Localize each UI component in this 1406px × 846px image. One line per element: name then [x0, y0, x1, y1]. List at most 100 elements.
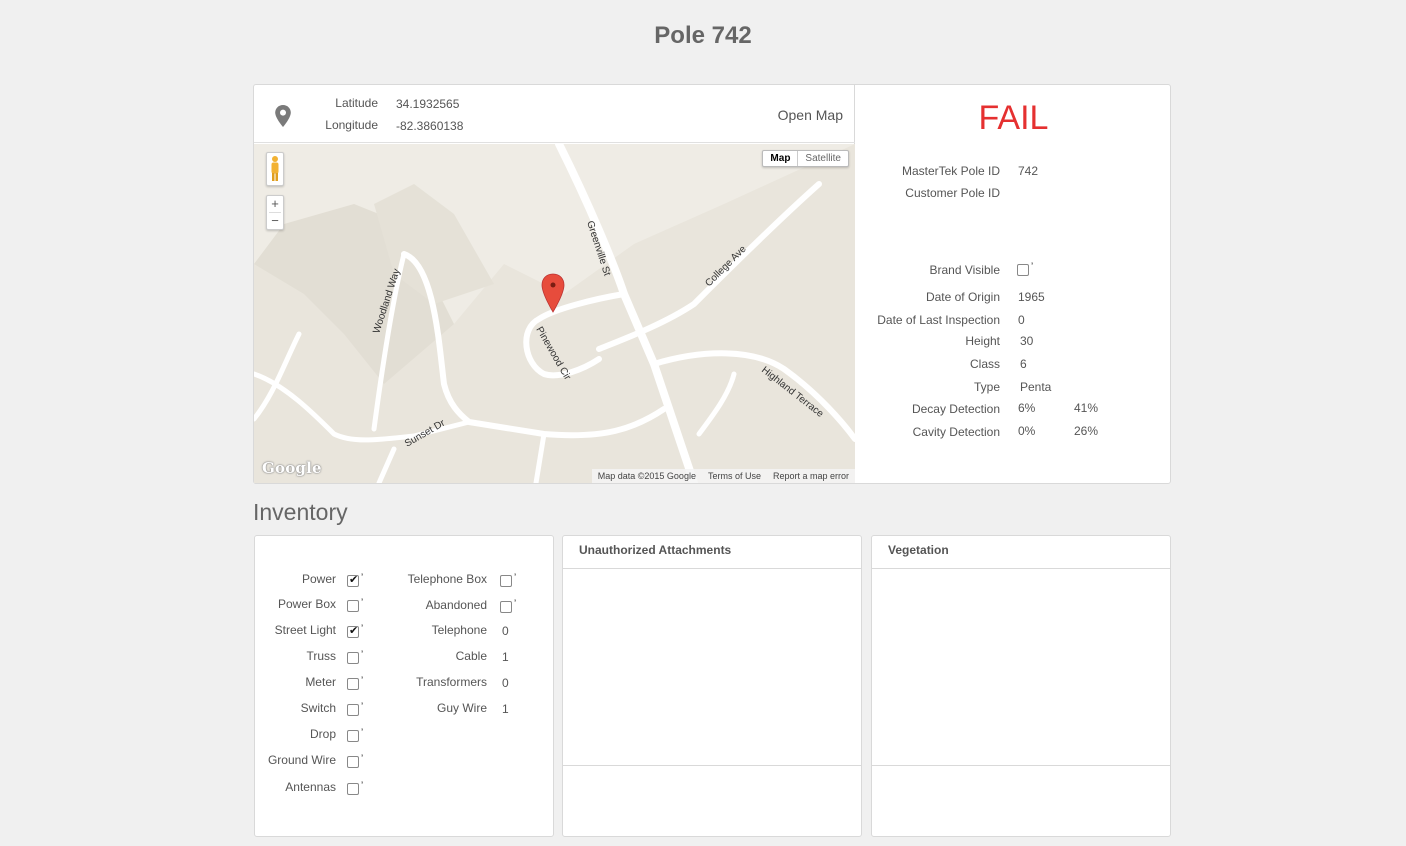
inventory-street-light-tick: ʼ	[361, 624, 364, 635]
inventory-antennas-field: ʼ	[347, 781, 363, 795]
inventory-ground-wire-checkbox[interactable]	[347, 755, 359, 768]
inventory-telephone-box-checkbox[interactable]	[500, 574, 512, 587]
inventory-heading: Inventory	[253, 499, 348, 525]
mastertek-id-value: 742	[1018, 164, 1039, 178]
unauthorized-attachments-body	[563, 569, 861, 766]
customer-id-label: Customer Pole ID	[905, 186, 1000, 200]
inventory-telephone-label: Telephone	[431, 623, 487, 637]
zoom-out-button[interactable]: −	[267, 213, 283, 229]
location-pin-icon	[275, 105, 291, 127]
map-type-map-button[interactable]: Map	[763, 151, 799, 166]
inventory-truss-field: ʼ	[347, 650, 363, 664]
type-value: Penta	[1020, 380, 1052, 394]
inventory-abandoned-tick: ʼ	[514, 599, 517, 610]
inventory-power-box-label: Power Box	[277, 597, 336, 611]
cavity-detection-value-1: 0%	[1018, 424, 1036, 438]
decay-detection-value-1: 6%	[1018, 401, 1036, 415]
brand-visible-tick: ʼ	[1031, 262, 1034, 273]
unauthorized-attachments-title: Unauthorized Attachments	[563, 536, 861, 569]
coordinates-bar: Latitude 34.1932565 Longitude -82.386013…	[254, 85, 855, 143]
pole-details-panel: FAIL MasterTek Pole ID 742 Customer Pole…	[856, 85, 1171, 483]
inventory-power-box-checkbox[interactable]	[347, 599, 359, 612]
vegetation-body	[872, 569, 1170, 766]
inventory-power-checkbox[interactable]	[347, 573, 359, 587]
class-value: 6	[1020, 357, 1027, 371]
terms-of-use-link[interactable]: Terms of Use	[708, 471, 761, 481]
inventory-meter-field: ʼ	[347, 676, 363, 690]
brand-visible-label: Brand Visible	[929, 263, 1001, 277]
longitude-value: -82.3860138	[396, 119, 464, 133]
inventory-drop-tick: ʼ	[361, 728, 364, 739]
inventory-switch-label: Switch	[300, 701, 336, 715]
inventory-telephone-box-field: ʼ	[500, 573, 516, 587]
class-label: Class	[969, 357, 1000, 371]
latitude-label: Latitude	[335, 96, 378, 110]
map-view[interactable]: Greenville St College Ave Woodland Way P…	[254, 144, 855, 483]
inventory-power-box-tick: ʼ	[361, 598, 364, 609]
date-origin-value: 1965	[1018, 290, 1045, 304]
height-value: 30	[1020, 334, 1034, 348]
zoom-in-button[interactable]: +	[267, 196, 283, 212]
map-data-attribution: Map data ©2015 Google	[597, 471, 696, 481]
inventory-truss-checkbox[interactable]	[347, 651, 359, 664]
cavity-detection-label: Cavity Detection	[912, 425, 1000, 439]
map-type-satellite-button[interactable]: Satellite	[798, 151, 848, 166]
mastertek-id-label: MasterTek Pole ID	[901, 164, 1000, 178]
inventory-drop-field: ʼ	[347, 728, 363, 742]
inventory-ground-wire-field: ʼ	[347, 754, 363, 768]
inventory-meter-tick: ʼ	[361, 676, 364, 687]
inventory-truss-label: Truss	[306, 649, 336, 663]
date-inspection-label: Date of Last Inspection	[877, 313, 1000, 327]
type-label: Type	[973, 380, 1000, 394]
inventory-power-label: Power	[301, 572, 336, 586]
vegetation-title: Vegetation	[872, 536, 1170, 569]
brand-visible-checkbox[interactable]	[1017, 263, 1029, 276]
inventory-telephone-box-label: Telephone Box	[407, 572, 487, 586]
inventory-ground-wire-label: Ground Wire	[267, 753, 336, 767]
longitude-label: Longitude	[325, 118, 378, 132]
inventory-cable-field: 1	[502, 650, 509, 664]
inventory-street-light-label: Street Light	[274, 623, 336, 637]
zoom-control: + −	[266, 195, 284, 230]
report-map-error-link[interactable]: Report a map error	[773, 471, 849, 481]
inventory-transformers-field: 0	[502, 676, 509, 690]
date-origin-label: Date of Origin	[925, 290, 1000, 304]
inventory-transformers-label: Transformers	[416, 675, 487, 689]
inventory-switch-tick: ʼ	[361, 702, 364, 713]
inventory-drop-checkbox[interactable]	[347, 729, 359, 742]
cavity-detection-value-2: 26%	[1074, 424, 1099, 438]
date-inspection-value: 0	[1018, 313, 1025, 327]
status-badge: FAIL	[978, 99, 1049, 137]
inventory-meter-label: Meter	[305, 675, 336, 689]
inventory-street-light-checkbox[interactable]	[347, 624, 359, 638]
vegetation-card: Vegetation	[871, 535, 1171, 837]
pole-summary-card: Latitude 34.1932565 Longitude -82.386013…	[253, 84, 1171, 484]
map-type-control: Map Satellite	[762, 150, 849, 167]
inventory-meter-checkbox[interactable]	[347, 677, 359, 690]
page-title: Pole 742	[654, 22, 752, 49]
street-view-pegman-icon[interactable]	[266, 152, 284, 186]
inventory-antennas-label: Antennas	[285, 780, 336, 794]
inventory-street-light-field: ʼ	[347, 624, 363, 638]
inventory-power-field: ʼ	[347, 573, 363, 587]
inventory-cable-label: Cable	[455, 649, 487, 663]
decay-detection-label: Decay Detection	[911, 402, 1000, 416]
inventory-abandoned-checkbox[interactable]	[500, 600, 512, 613]
inventory-telephone-field: 0	[502, 624, 509, 638]
inventory-truss-tick: ʼ	[361, 650, 364, 661]
decay-detection-value-2: 41%	[1074, 401, 1099, 415]
inventory-power-box-field: ʼ	[347, 598, 363, 612]
inventory-antennas-checkbox[interactable]	[347, 782, 359, 795]
inventory-switch-field: ʼ	[347, 702, 363, 716]
unauthorized-attachments-card: Unauthorized Attachments	[562, 535, 862, 837]
inventory-antennas-tick: ʼ	[361, 781, 364, 792]
brand-visible-field: ʼ	[1017, 262, 1033, 276]
inventory-guy-wire-field: 1	[502, 702, 509, 716]
inventory-guy-wire-label: Guy Wire	[436, 701, 487, 715]
height-label: Height	[965, 334, 1000, 348]
inventory-card: Power ʼ Power Box ʼ Street Light ʼ Truss ʼ Meter…	[254, 535, 554, 837]
inventory-switch-checkbox[interactable]	[347, 703, 359, 716]
map-panel: Latitude 34.1932565 Longitude -82.386013…	[254, 85, 855, 483]
inventory-abandoned-label: Abandoned	[425, 598, 487, 612]
open-map-link[interactable]: Open Map	[778, 107, 843, 123]
